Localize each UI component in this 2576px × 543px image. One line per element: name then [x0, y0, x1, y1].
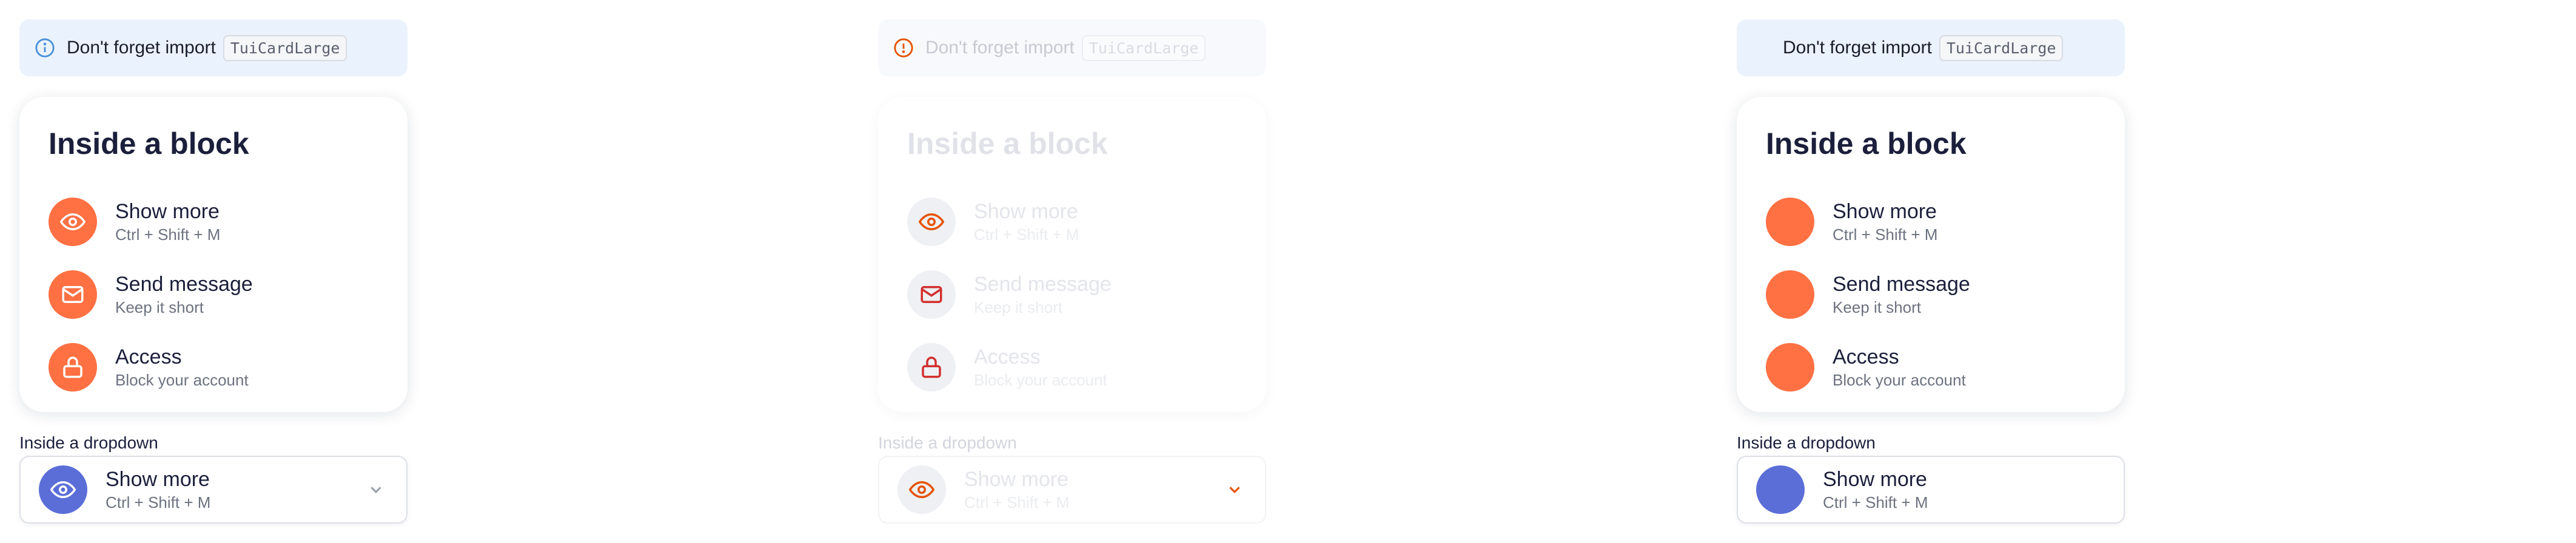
dropdown-selected-label: Show more [964, 468, 1068, 491]
notice-text: Don't forget import [67, 38, 216, 58]
card-item-description: Ctrl + Shift + M [1833, 225, 1938, 244]
eye-icon [49, 198, 97, 246]
dropdown-selected-description: Ctrl + Shift + M [1823, 493, 1928, 511]
panel-default: Don't forget import TuiCardLarge Inside … [0, 0, 859, 543]
panel-disabled: Don't forget import TuiCardLarge Inside … [859, 0, 1717, 543]
card-item-description: Keep it short [974, 298, 1062, 316]
card-title: Inside a block [1766, 127, 1967, 161]
card-item-send-message[interactable]: Send message Keep it short [49, 258, 378, 331]
panel-no-icons: Don't forget import TuiCardLarge Inside … [1717, 0, 2576, 543]
notice-text: Don't forget import [925, 38, 1075, 58]
block-card: Inside a block Show more Ctrl + Shift + … [878, 97, 1266, 412]
block-card: Inside a block Show more Ctrl + Shift + … [19, 97, 408, 412]
dropdown-select[interactable]: Show more Ctrl + Shift + M [1737, 456, 2125, 524]
dropdown-selected-description: Ctrl + Shift + M [106, 493, 211, 511]
avatar-circle-icon [1766, 343, 1814, 391]
lock-icon [907, 343, 956, 391]
card-item-access: Access Block your account [907, 331, 1237, 404]
card-title: Inside a block [49, 127, 249, 161]
info-icon [34, 37, 56, 59]
mail-icon [49, 270, 97, 319]
card-item-show-more[interactable]: Show more Ctrl + Shift + M [49, 185, 378, 258]
card-item-label: Send message [115, 273, 253, 296]
dropdown-select[interactable]: Show more Ctrl + Shift + M [19, 456, 408, 524]
eye-icon [897, 465, 946, 514]
dropdown-selected-description: Ctrl + Shift + M [964, 493, 1070, 511]
card-item-label: Show more [115, 200, 220, 223]
notice-code: TuiCardLarge [223, 35, 347, 61]
card-item-description: Ctrl + Shift + M [974, 225, 1079, 244]
import-notice: Don't forget import TuiCardLarge [1737, 19, 2125, 76]
mail-icon [907, 270, 956, 319]
notice-text: Don't forget import [1783, 38, 1932, 58]
card-item-access[interactable]: Access Block your account [1766, 331, 2096, 404]
card-item-show-more[interactable]: Show more Ctrl + Shift + M [1766, 185, 2096, 258]
card-item-send-message: Send message Keep it short [907, 258, 1237, 331]
card-item-access[interactable]: Access Block your account [49, 331, 378, 404]
card-item-label: Send message [1833, 273, 1970, 296]
dropdown-selected-label: Show more [1823, 468, 1927, 491]
avatar-circle-icon [1766, 198, 1814, 246]
block-card: Inside a block Show more Ctrl + Shift + … [1737, 97, 2125, 412]
card-item-label: Access [974, 345, 1041, 368]
import-notice: Don't forget import TuiCardLarge [19, 19, 408, 76]
dropdown-section-label: Inside a dropdown [19, 433, 158, 452]
avatar-circle-icon [1766, 270, 1814, 319]
card-item-label: Send message [974, 273, 1112, 296]
card-item-label: Show more [974, 200, 1078, 223]
card-item-description: Block your account [974, 371, 1107, 389]
card-title: Inside a block [907, 127, 1108, 161]
card-item-label: Show more [1833, 200, 1937, 223]
card-item-description: Ctrl + Shift + M [115, 225, 221, 244]
card-item-label: Access [115, 345, 182, 368]
eye-icon [907, 198, 956, 246]
card-item-label: Access [1833, 345, 1899, 368]
card-item-description: Keep it short [115, 298, 204, 316]
notice-code: TuiCardLarge [1081, 35, 1206, 61]
notice-code: TuiCardLarge [1939, 35, 2064, 61]
dropdown-selected-label: Show more [106, 468, 210, 491]
dropdown-select: Show more Ctrl + Shift + M [878, 456, 1266, 524]
dropdown-section-label: Inside a dropdown [1737, 433, 1876, 452]
chevron-down-icon [1223, 478, 1247, 502]
screenshot-stage: Don't forget import TuiCardLarge Inside … [0, 0, 2576, 543]
card-item-show-more: Show more Ctrl + Shift + M [907, 185, 1237, 258]
import-notice: Don't forget import TuiCardLarge [878, 19, 1266, 76]
card-item-description: Keep it short [1833, 298, 1921, 316]
card-item-description: Block your account [1833, 371, 1966, 389]
info-icon [893, 37, 914, 59]
card-item-send-message[interactable]: Send message Keep it short [1766, 258, 2096, 331]
eye-icon [39, 465, 87, 514]
chevron-down-icon[interactable] [364, 478, 388, 502]
avatar-circle-icon [1756, 465, 1805, 514]
lock-icon [49, 343, 97, 391]
card-item-description: Block your account [115, 371, 249, 389]
dropdown-section-label: Inside a dropdown [878, 433, 1017, 452]
